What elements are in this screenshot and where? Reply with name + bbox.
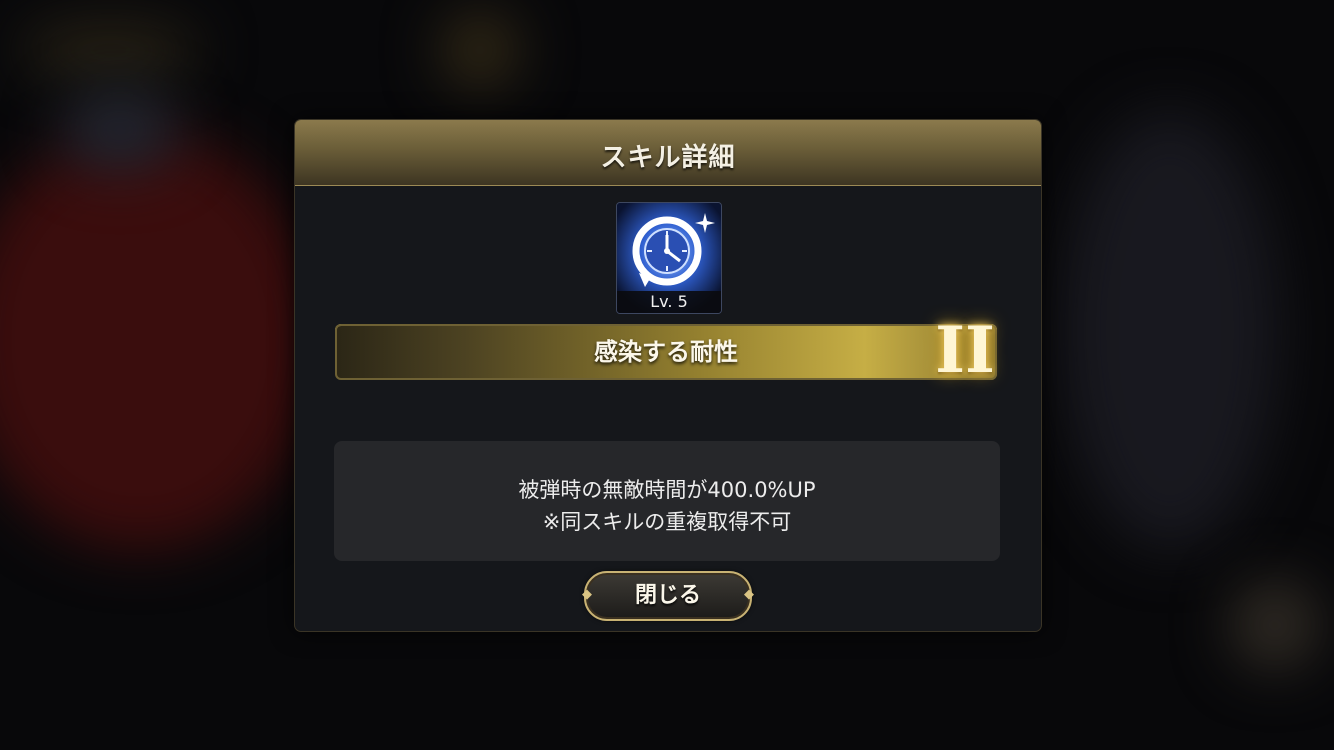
skill-name: 感染する耐性: [594, 338, 738, 366]
skill-description-panel: 被弾時の無敵時間が400.0%UP ※同スキルの重複取得不可: [334, 441, 1000, 561]
skill-note-text: ※同スキルの重複取得不可: [542, 510, 792, 534]
skill-rank: II: [935, 313, 995, 388]
skill-detail-dialog: スキル詳細 Lv. 5 感染する耐性 II 被弾時の無敵時間が400.0%UP …: [295, 120, 1041, 631]
dialog-title: スキル詳細: [600, 143, 736, 173]
close-button-label: 閉じる: [634, 583, 701, 608]
ornament-icon: ◆: [744, 587, 754, 602]
skill-effect-text: 被弾時の無敵時間が400.0%UP: [518, 478, 816, 502]
close-button[interactable]: ◆ 閉じる ◆: [582, 571, 754, 621]
skill-level: Lv. 5: [617, 291, 721, 313]
game-screen: スキル詳細 Lv. 5 感染する耐性 II 被弾時の無敵時間が400.0%UP …: [0, 0, 1334, 750]
skill-icon: Lv. 5: [616, 202, 722, 314]
dialog-header: スキル詳細: [295, 120, 1041, 186]
skill-name-bar: 感染する耐性: [335, 324, 997, 380]
